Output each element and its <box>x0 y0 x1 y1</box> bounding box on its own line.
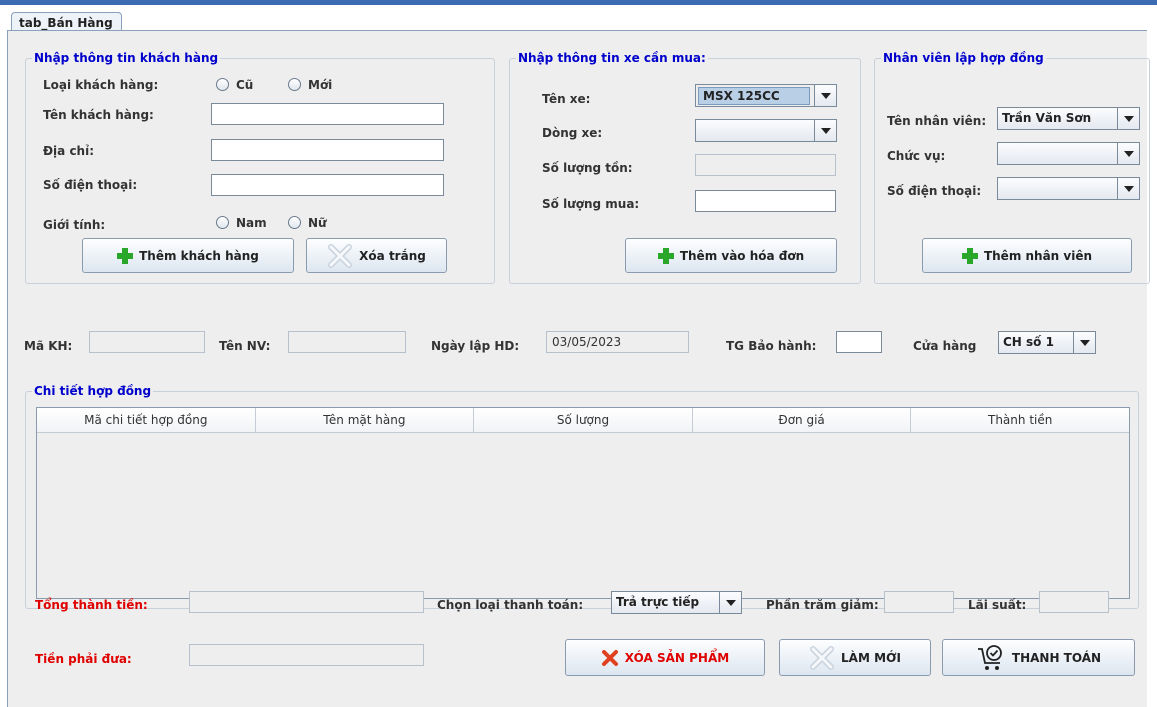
plus-icon <box>117 247 134 264</box>
staff-name-label: Tên nhân viên: <box>887 114 987 128</box>
buy-qty-label: Số lượng mua: <box>542 197 640 211</box>
vehicle-name-value: MSX 125CC <box>698 87 810 105</box>
delete-x-icon <box>601 649 618 666</box>
staff-name-short-label: Tên NV: <box>219 339 271 353</box>
gender-male-radio[interactable] <box>216 216 229 229</box>
store-combo[interactable]: CH số 1 <box>998 331 1096 354</box>
stock-qty-label: Số lượng tồn: <box>542 161 633 175</box>
delete-product-button[interactable]: XÓA SẢN PHẨM <box>565 639 765 676</box>
vehicle-line-combo[interactable] <box>695 119 837 142</box>
total-amount-field <box>189 591 424 613</box>
contract-details-table[interactable]: Mã chi tiết hợp đồng Tên mặt hàng Số lượ… <box>36 407 1130 599</box>
column-header[interactable]: Số lượng <box>474 408 693 432</box>
interest-field <box>1039 591 1109 613</box>
vehicle-line-label: Dòng xe: <box>542 126 603 140</box>
checkout-button-label: THANH TOÁN <box>1011 650 1102 665</box>
clear-button-label: Xóa trắng <box>359 248 426 263</box>
staff-phone-combo[interactable] <box>997 177 1140 200</box>
customer-type-old-radio[interactable] <box>216 78 229 91</box>
staff-phone-label: Số điện thoại: <box>887 184 982 198</box>
add-staff-button-label: Thêm nhân viên <box>983 248 1093 263</box>
warranty-label: TG Bảo hành: <box>726 339 817 353</box>
refresh-button[interactable]: LÀM MỚI <box>779 639 931 676</box>
interest-label: Lãi suất: <box>968 598 1027 612</box>
staff-position-label: Chức vụ: <box>887 149 946 163</box>
customer-group: Nhập thông tin khách hàng Loại khách hàn… <box>25 50 495 284</box>
staff-position-combo[interactable] <box>997 142 1140 165</box>
checkout-button[interactable]: THANH TOÁN <box>942 639 1135 676</box>
customer-id-label: Mã KH: <box>24 339 73 353</box>
gender-female-radio[interactable] <box>288 216 301 229</box>
contract-date-label: Ngày lập HD: <box>431 339 520 353</box>
total-amount-label: Tổng thành tiền: <box>35 598 148 612</box>
clear-x-icon <box>328 243 353 268</box>
chevron-down-icon[interactable] <box>1117 143 1139 164</box>
amount-due-label: Tiền phải đưa: <box>35 652 132 666</box>
clear-button[interactable]: Xóa trắng <box>306 238 447 273</box>
chevron-down-icon[interactable] <box>1117 178 1139 199</box>
customer-address-label: Địa chỉ: <box>43 144 95 158</box>
buy-qty-input[interactable] <box>695 190 836 212</box>
chevron-down-icon[interactable] <box>1117 108 1139 129</box>
amount-due-field <box>189 644 424 666</box>
add-customer-button-label: Thêm khách hàng <box>139 248 259 263</box>
discount-field <box>884 591 954 613</box>
customer-name-label: Tên khách hàng: <box>43 108 154 122</box>
customer-type-old-label[interactable]: Cũ <box>236 77 253 93</box>
customer-group-title: Nhập thông tin khách hàng <box>32 50 221 66</box>
column-header[interactable]: Tên mặt hàng <box>255 408 475 432</box>
payment-method-label: Chọn loại thanh toán: <box>437 598 584 612</box>
staff-group-title: Nhân viên lập hợp đồng <box>881 50 1046 66</box>
cart-check-icon <box>977 644 1002 670</box>
store-value: CH số 1 <box>1003 335 1054 349</box>
contract-details-title: Chi tiết hợp đồng <box>32 383 154 399</box>
tab-bar: tab_Bán Hàng <box>0 5 1157 36</box>
chevron-down-icon[interactable] <box>814 85 836 106</box>
customer-type-label: Loại khách hàng: <box>43 78 159 92</box>
add-to-invoice-button-label: Thêm vào hóa đơn <box>679 248 805 263</box>
customer-address-input[interactable] <box>211 139 444 161</box>
staff-name-field <box>288 331 406 353</box>
add-customer-button[interactable]: Thêm khách hàng <box>82 238 294 273</box>
refresh-x-icon <box>810 645 835 670</box>
contract-date-field: 03/05/2023 <box>546 331 689 353</box>
gender-female-label[interactable]: Nữ <box>308 215 327 231</box>
payment-method-combo[interactable]: Trả trực tiếp <box>611 591 742 614</box>
plus-icon <box>657 247 674 264</box>
vehicle-name-combo[interactable]: MSX 125CC <box>695 84 837 107</box>
column-header[interactable]: Thành tiền <box>911 408 1129 432</box>
vehicle-group: Nhập thông tin xe cần mua: Tên xe: MSX 1… <box>509 50 861 284</box>
customer-phone-input[interactable] <box>211 174 444 196</box>
chevron-down-icon[interactable] <box>719 592 741 613</box>
gender-male-label[interactable]: Nam <box>236 215 267 231</box>
plus-icon <box>961 247 978 264</box>
refresh-button-label: LÀM MỚI <box>841 650 901 665</box>
customer-type-new-radio[interactable] <box>288 78 301 91</box>
staff-name-value: Trần Văn Sơn <box>1002 111 1092 125</box>
staff-group: Nhân viên lập hợp đồng Tên nhân viên: Tr… <box>874 50 1150 284</box>
customer-type-new-label[interactable]: Mới <box>308 77 332 93</box>
stock-qty-field <box>695 154 836 176</box>
discount-label: Phần trăm giảm: <box>766 598 879 612</box>
customer-name-input[interactable] <box>211 103 444 125</box>
add-staff-button[interactable]: Thêm nhân viên <box>922 238 1132 273</box>
gender-label: Giới tính: <box>43 218 106 232</box>
chevron-down-icon[interactable] <box>1073 332 1095 353</box>
staff-name-combo[interactable]: Trần Văn Sơn <box>997 107 1140 130</box>
vehicle-group-title: Nhập thông tin xe cần mua: <box>516 50 708 66</box>
warranty-input[interactable] <box>836 331 882 353</box>
sales-panel: Nhập thông tin khách hàng Loại khách hàn… <box>7 30 1150 707</box>
table-header: Mã chi tiết hợp đồng Tên mặt hàng Số lượ… <box>37 408 1129 433</box>
delete-product-button-label: XÓA SẢN PHẨM <box>624 650 730 665</box>
vehicle-name-label: Tên xe: <box>542 92 591 106</box>
add-to-invoice-button[interactable]: Thêm vào hóa đơn <box>625 238 837 273</box>
customer-id-field <box>89 331 205 353</box>
column-header[interactable]: Đơn giá <box>692 408 912 432</box>
chevron-down-icon[interactable] <box>814 120 836 141</box>
customer-phone-label: Số điện thoại: <box>43 178 138 192</box>
store-label: Cửa hàng <box>913 339 977 353</box>
column-header[interactable]: Mã chi tiết hợp đồng <box>37 408 256 432</box>
payment-method-value: Trả trực tiếp <box>616 595 700 609</box>
